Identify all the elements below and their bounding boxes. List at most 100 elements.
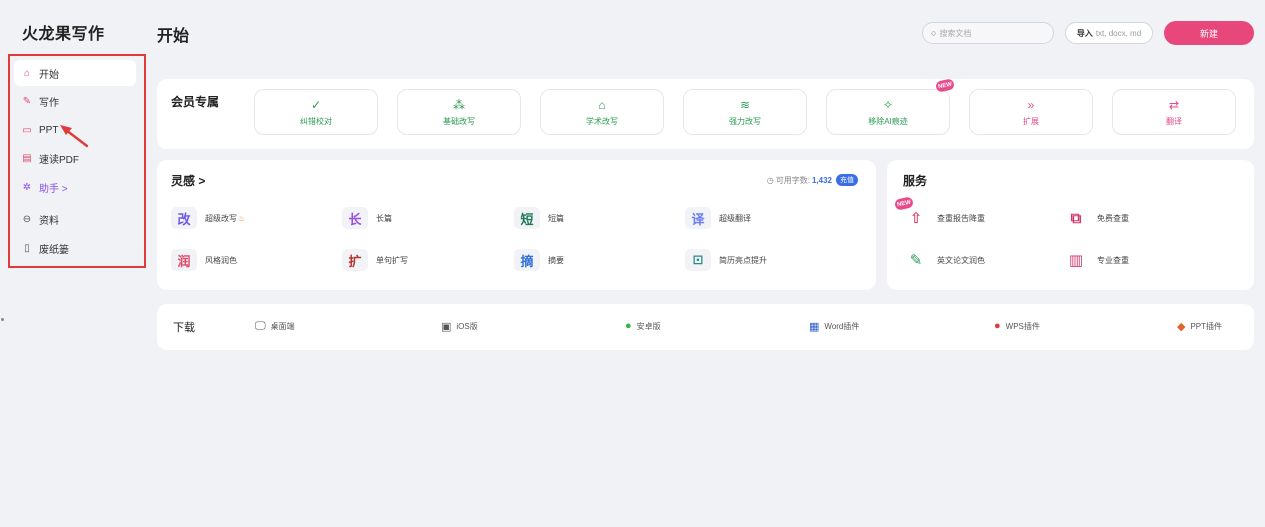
report-reduce-tool[interactable]: ⇧ 查重报告降重 [903,207,985,229]
sidebar-item-label: 资料 [39,216,59,227]
pdf-icon: ▤ [22,153,32,164]
tool-label: 单句扩写 [376,255,408,265]
basic-rewrite-button[interactable]: ⁂ 基础改写 [397,89,521,135]
assistant-icon: ✲ [22,182,32,193]
import-formats: txt, docx, md [1095,28,1142,38]
word-icon: ▦ [809,321,820,333]
layout-icon: ▥ [1063,249,1089,271]
android-icon: ● [625,320,632,332]
tool-label: 短篇 [548,213,564,223]
member-title: 会员专属 [171,95,220,109]
sidebar-item-label: 写作 [39,98,59,109]
translate-button[interactable]: ⇄ 翻译 [1112,89,1236,135]
long-form-tool[interactable]: 长 长篇 [342,207,392,229]
trash-icon: ▯ [24,242,30,254]
strong-rewrite-button[interactable]: ≋ 强力改写 [683,89,807,135]
resume-icon: ⊡ [685,249,711,271]
sparkle-icon: ⁂ [453,97,465,112]
pen-icon: ✎ [22,96,32,107]
resume-highlight-tool[interactable]: ⊡ 简历亮点提升 [685,249,767,271]
tool-badge: 扩 [342,249,368,271]
proofread-button[interactable]: ✓ 纠错校对 [254,89,378,135]
short-form-tool[interactable]: 短 短篇 [514,207,564,229]
download-android[interactable]: ● 安卓版 [625,320,661,332]
fire-icon: ♨ [238,213,246,223]
download-word-plugin[interactable]: ▦ Word插件 [809,320,859,333]
app-logo: 火龙果写作 [22,26,105,43]
search-placeholder: 搜索文档 [939,28,972,38]
inspiration-section: 灵感 > ◷ 可用字数: 1,432 充值 改 超级改写 ♨ 长 长篇 短 短篇… [157,160,876,290]
sidebar-nav: ⌂ 开始 ✎ 写作 ▭ PPT ▤ 速读PDF ✲ 助手 > ⊖ 资料 ▯ 废纸… [14,60,136,264]
super-translate-tool[interactable]: 译 超级翻译 [685,207,751,229]
pro-check-tool[interactable]: ▥ 专业查重 [1063,249,1129,271]
download-title: 下载 [173,322,195,334]
tool-badge: 长 [342,207,368,229]
sentence-expand-tool[interactable]: 扩 单句扩写 [342,249,408,271]
super-rewrite-tool[interactable]: 改 超级改写 ♨ [171,207,245,229]
new-document-button[interactable]: 新建 [1164,21,1254,45]
service-title: 服务 [903,174,928,188]
sidebar-item-materials[interactable]: ⊖ 资料 [14,207,136,233]
page-title: 开始 [157,28,190,45]
member-button-label: 学术改写 [586,116,618,126]
member-button-label: 扩展 [1023,116,1039,126]
service-section: 服务 ⇧ 查重报告降重 ⧉ 免费查重 ✎ 英文论文润色 ▥ 专业查重 [887,160,1254,290]
tool-label: 超级翻译 [719,213,751,223]
upload-icon: ⇧ [903,207,929,229]
download-section: 下载 🖵 桌面端 ▣ iOS版 ● 安卓版 ▦ Word插件 ● WPS插件 ◆… [157,304,1254,350]
free-check-tool[interactable]: ⧉ 免费查重 [1063,207,1129,229]
download-label: 桌面端 [270,322,295,331]
folder-icon: ⊖ [22,214,32,225]
sidebar-item-label: 废纸篓 [39,244,69,256]
member-section: 会员专属 ✓ 纠错校对 ⁂ 基础改写 ⌂ 学术改写 ≋ 强力改写 ✧ 移除AI痕… [157,79,1254,149]
tool-label: 超级改写 [205,213,237,223]
edge-dot [1,318,4,321]
tool-label: 风格润色 [205,255,237,265]
tool-badge: 摘 [514,249,540,271]
search-icon: ○ [931,28,937,38]
double-chevron-icon: » [1027,97,1035,112]
sidebar-item-pdf[interactable]: ▤ 速读PDF [14,146,136,172]
feather-icon: ✎ [903,249,929,271]
search-input[interactable]: ○ 搜索文档 [922,22,1054,44]
tool-label: 免费查重 [1097,213,1129,223]
graduation-cap-icon: ⌂ [598,97,606,112]
tool-badge: 短 [514,207,540,229]
sidebar-item-start[interactable]: ⌂ 开始 [14,60,136,86]
download-label: Word插件 [824,322,860,331]
member-button-label: 移除AI痕迹 [868,116,908,126]
expand-button[interactable]: » 扩展 [969,89,1093,135]
download-label: WPS插件 [1005,321,1040,331]
tool-label: 查重报告降重 [937,213,985,223]
copy-icon: ⧉ [1063,207,1089,229]
download-ios[interactable]: ▣ iOS版 [441,320,478,333]
sidebar-item-write[interactable]: ✎ 写作 [14,89,136,115]
download-ppt-plugin[interactable]: ◆ PPT插件 [1177,320,1222,333]
sidebar-item-assistant[interactable]: ✲ 助手 > [14,175,136,201]
remove-ai-trace-button[interactable]: ✧ 移除AI痕迹 [826,89,950,135]
style-polish-tool[interactable]: 润 风格润色 [171,249,237,271]
tool-label: 专业查重 [1097,255,1129,265]
ai-icon: ✧ [882,97,894,112]
tool-badge: 润 [171,249,197,271]
wave-icon: ≋ [739,97,751,112]
english-polish-tool[interactable]: ✎ 英文论文润色 [903,249,985,271]
tool-badge: 改 [171,207,197,229]
annotation-arrow-icon [60,125,89,148]
sidebar-item-trash[interactable]: ▯ 废纸篓 [14,235,136,261]
tool-label: 简历亮点提升 [719,255,767,265]
download-label: PPT插件 [1190,322,1223,331]
import-button[interactable]: 导入 txt, docx, md [1065,22,1153,44]
summary-tool[interactable]: 摘 摘要 [514,249,564,271]
sidebar-item-label: 开始 [39,69,59,81]
ios-icon: ▣ [441,321,452,333]
member-button-label: 基础改写 [443,116,475,126]
download-wps-plugin[interactable]: ● WPS插件 [994,320,1040,332]
tool-label: 长篇 [376,213,392,223]
academic-rewrite-button[interactable]: ⌂ 学术改写 [540,89,664,135]
inspiration-title[interactable]: 灵感 > [171,172,205,189]
swap-icon: ⇄ [1168,97,1180,112]
download-desktop[interactable]: 🖵 桌面端 [255,320,295,333]
recharge-button[interactable]: 充值 [836,174,858,186]
clock-icon: ◷ [766,175,774,185]
